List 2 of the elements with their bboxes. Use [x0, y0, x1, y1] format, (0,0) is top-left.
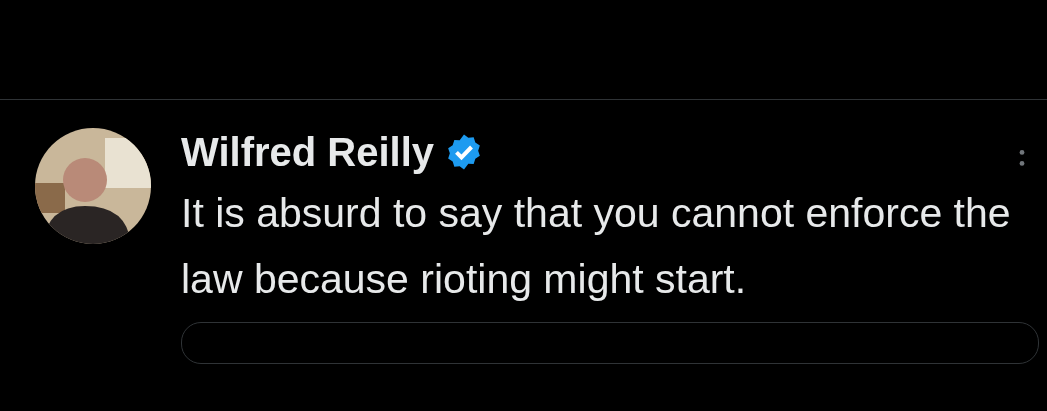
tweet-text: It is absurd to say that you cannot enforce the law because rioting might start. [181, 189, 1012, 304]
author-name[interactable]: Wilfred Reilly [181, 129, 435, 175]
